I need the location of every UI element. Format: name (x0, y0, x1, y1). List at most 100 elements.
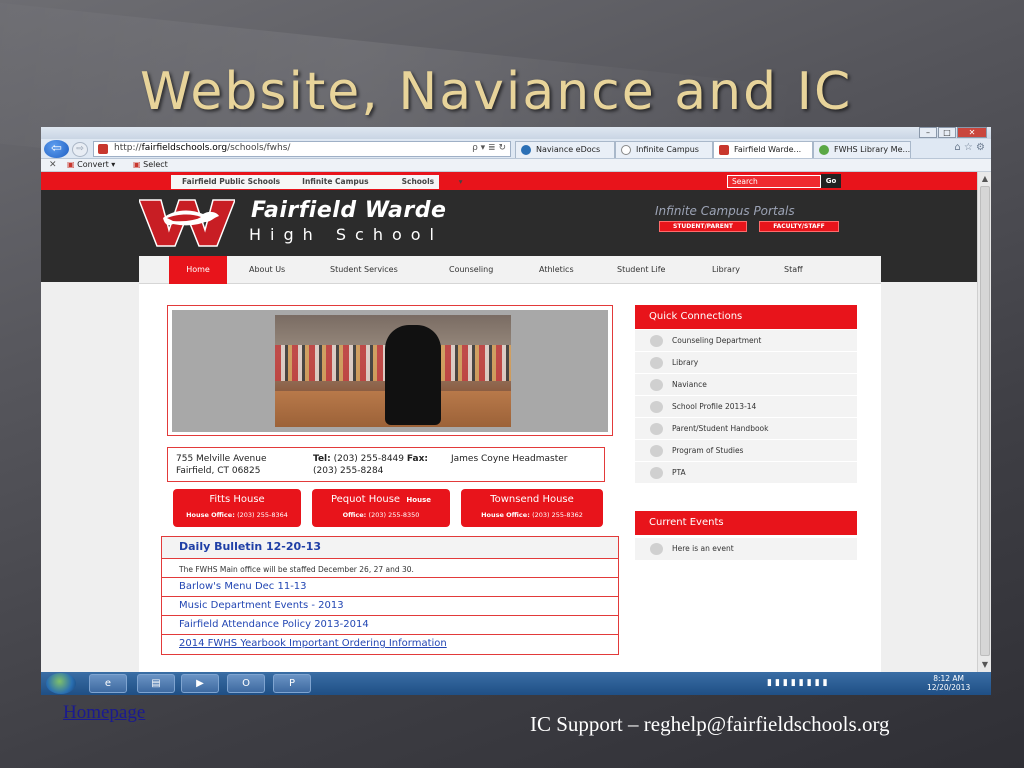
tab-naviance[interactable]: Naviance eDocs (515, 141, 615, 158)
address-line1: 755 Melville Avenue (176, 454, 267, 464)
qc-item-library[interactable]: Library (635, 352, 857, 374)
quick-connections-list: Counseling Department Library Naviance S… (635, 330, 857, 484)
hero-backdrop (172, 310, 608, 432)
windows-taskbar: e ▤ ▶ O P ▮▮▮▮▮▮▮▮ 8:12 AM 12/20/2013 (41, 672, 991, 695)
school-name-line1: Fairfield Warde (251, 198, 447, 223)
chevron-down-icon: ▾ (458, 177, 463, 186)
system-tray-icons[interactable]: ▮▮▮▮▮▮▮▮ (767, 678, 831, 688)
forward-button[interactable]: ⇨ (72, 142, 88, 157)
maximize-icon[interactable]: □ (938, 127, 956, 138)
close-bar-icon[interactable]: ✕ (49, 160, 57, 170)
faculty-staff-portal-button[interactable]: FACULTY/STAFF (759, 221, 839, 232)
townsend-house-button[interactable]: Townsend House House Office: (203) 255-8… (461, 489, 603, 527)
house-office-label: House Office: (481, 511, 530, 519)
nav-counseling[interactable]: Counseling (449, 265, 493, 274)
bullet-icon (650, 445, 663, 457)
photo-mascot (385, 325, 441, 425)
scroll-up-icon[interactable]: ▲ (980, 174, 990, 184)
hero-photo[interactable] (275, 315, 511, 427)
homepage-link[interactable]: Homepage (63, 702, 145, 724)
folder-taskbar-icon[interactable]: ▤ (137, 674, 175, 693)
tab-infinite-campus[interactable]: Infinite Campus (615, 141, 713, 158)
house-office-phone: (203) 255-8364 (237, 511, 288, 519)
nav-about-us[interactable]: About Us (249, 265, 285, 274)
bulletin-link-music[interactable]: Music Department Events - 2013 (162, 597, 618, 616)
headmaster: James Coyne Headmaster (451, 454, 568, 464)
taskbar-clock[interactable]: 8:12 AM 12/20/2013 (927, 674, 970, 692)
nav-library[interactable]: Library (712, 265, 740, 274)
event-label: Here is an event (672, 544, 734, 553)
address-tools-icon[interactable]: ρ ▾ ≣ ↻ (472, 143, 506, 153)
start-button-icon[interactable] (46, 673, 76, 694)
telephone: Tel: (203) 255-8449 Fax: (313, 454, 428, 464)
house-name: Fitts House (209, 494, 265, 505)
scroll-down-icon[interactable]: ▼ (980, 660, 990, 670)
fitts-house-button[interactable]: Fitts House House Office: (203) 255-8364 (173, 489, 301, 527)
outlook-taskbar-icon[interactable]: O (227, 674, 265, 693)
tab-fwhs-library[interactable]: FWHS Library Me... (813, 141, 911, 158)
house-office: Office: (203) 255-8350 (312, 511, 450, 519)
select-button[interactable]: ▣ Select (133, 160, 168, 169)
vertical-scrollbar[interactable]: ▲ ▼ (977, 172, 991, 672)
student-parent-portal-button[interactable]: STUDENT/PARENT (659, 221, 747, 232)
slide-footer: IC Support – reghelp@fairfieldschools.or… (530, 712, 890, 736)
house-name: Townsend House (490, 494, 574, 505)
library-icon (819, 145, 829, 155)
favorites-star-icon[interactable]: ☆ (964, 142, 973, 153)
house-name-text: Pequot House (330, 494, 401, 505)
gear-icon[interactable]: ⚙ (976, 142, 985, 153)
top-nav-fairfield-public-schools[interactable]: Fairfield Public Schools (171, 175, 291, 189)
mustang-w-logo-icon[interactable] (139, 196, 235, 248)
scroll-thumb[interactable] (980, 186, 990, 656)
bulletin-link-menu[interactable]: Barlow's Menu Dec 11-13 (162, 578, 618, 597)
contact-info-box: 755 Melville Avenue Fairfield, CT 06825 … (167, 447, 605, 482)
home-icon[interactable]: ⌂ (954, 142, 960, 153)
top-nav-infinite-campus[interactable]: Infinite Campus (291, 175, 379, 189)
bulletin-link-yearbook[interactable]: 2014 FWHS Yearbook Important Ordering In… (162, 635, 618, 654)
top-nav-schools[interactable]: Schools ▾ (380, 175, 485, 189)
qc-item-pta[interactable]: PTA (635, 462, 857, 484)
nav-student-services[interactable]: Student Services (330, 265, 398, 274)
qc-item-school-profile[interactable]: School Profile 2013-14 (635, 396, 857, 418)
qc-label: Parent/Student Handbook (672, 424, 769, 433)
nav-athletics[interactable]: Athletics (539, 265, 574, 274)
bulletin-link-attendance[interactable]: Fairfield Attendance Policy 2013-2014 (162, 616, 618, 635)
search-go-button[interactable]: Go (821, 174, 841, 188)
address-input[interactable]: http://fairfieldschools.org/schools/fwhs… (93, 141, 511, 157)
bullet-icon (650, 467, 663, 479)
back-button[interactable]: ⇦ (44, 140, 69, 158)
nav-home[interactable]: Home (169, 256, 227, 284)
media-taskbar-icon[interactable]: ▶ (181, 674, 219, 693)
url-text: http://fairfieldschools.org/schools/fwhs… (114, 143, 290, 153)
ie-taskbar-icon[interactable]: e (89, 674, 127, 693)
house-extra: House (406, 496, 431, 504)
powerpoint-taskbar-icon[interactable]: P (273, 674, 311, 693)
tel-label: Tel: (313, 454, 331, 464)
page-viewport: Fairfield Public Schools Infinite Campus… (41, 172, 977, 672)
pequot-house-button[interactable]: Pequot House House Office: (203) 255-835… (312, 489, 450, 527)
url-prefix: http:// (114, 143, 142, 153)
back-arrow-icon: ⇦ (51, 141, 62, 156)
close-icon[interactable]: ✕ (957, 127, 987, 138)
nav-student-life[interactable]: Student Life (617, 265, 665, 274)
house-office-phone: (203) 255-8350 (368, 511, 420, 519)
command-bar: ✕ ▣ Convert ▾ ▣ Select (41, 159, 991, 172)
bulletin-title[interactable]: Daily Bulletin 12-20-13 (162, 537, 618, 559)
minimize-icon[interactable]: – (919, 127, 937, 138)
event-item[interactable]: Here is an event (635, 538, 857, 560)
house-office-phone: (203) 255-8362 (532, 511, 583, 519)
qc-item-naviance[interactable]: Naviance (635, 374, 857, 396)
house-office-label: House Office: (186, 511, 235, 519)
tab-label: Fairfield Warde... (734, 145, 802, 154)
fax-label: Fax: (406, 454, 428, 464)
qc-item-handbook[interactable]: Parent/Student Handbook (635, 418, 857, 440)
slide-title: Website, Naviance and IC (140, 62, 853, 122)
site-search-input[interactable]: Search (727, 175, 821, 188)
tab-fairfield-warde[interactable]: Fairfield Warde... (713, 141, 813, 158)
qc-item-counseling[interactable]: Counseling Department (635, 330, 857, 352)
qc-item-program-of-studies[interactable]: Program of Studies (635, 440, 857, 462)
nav-staff[interactable]: Staff (784, 265, 803, 274)
convert-button[interactable]: ▣ Convert ▾ (67, 160, 115, 169)
qc-label: Library (672, 358, 699, 367)
bulletin-note: The FWHS Main office will be staffed Dec… (162, 559, 618, 578)
